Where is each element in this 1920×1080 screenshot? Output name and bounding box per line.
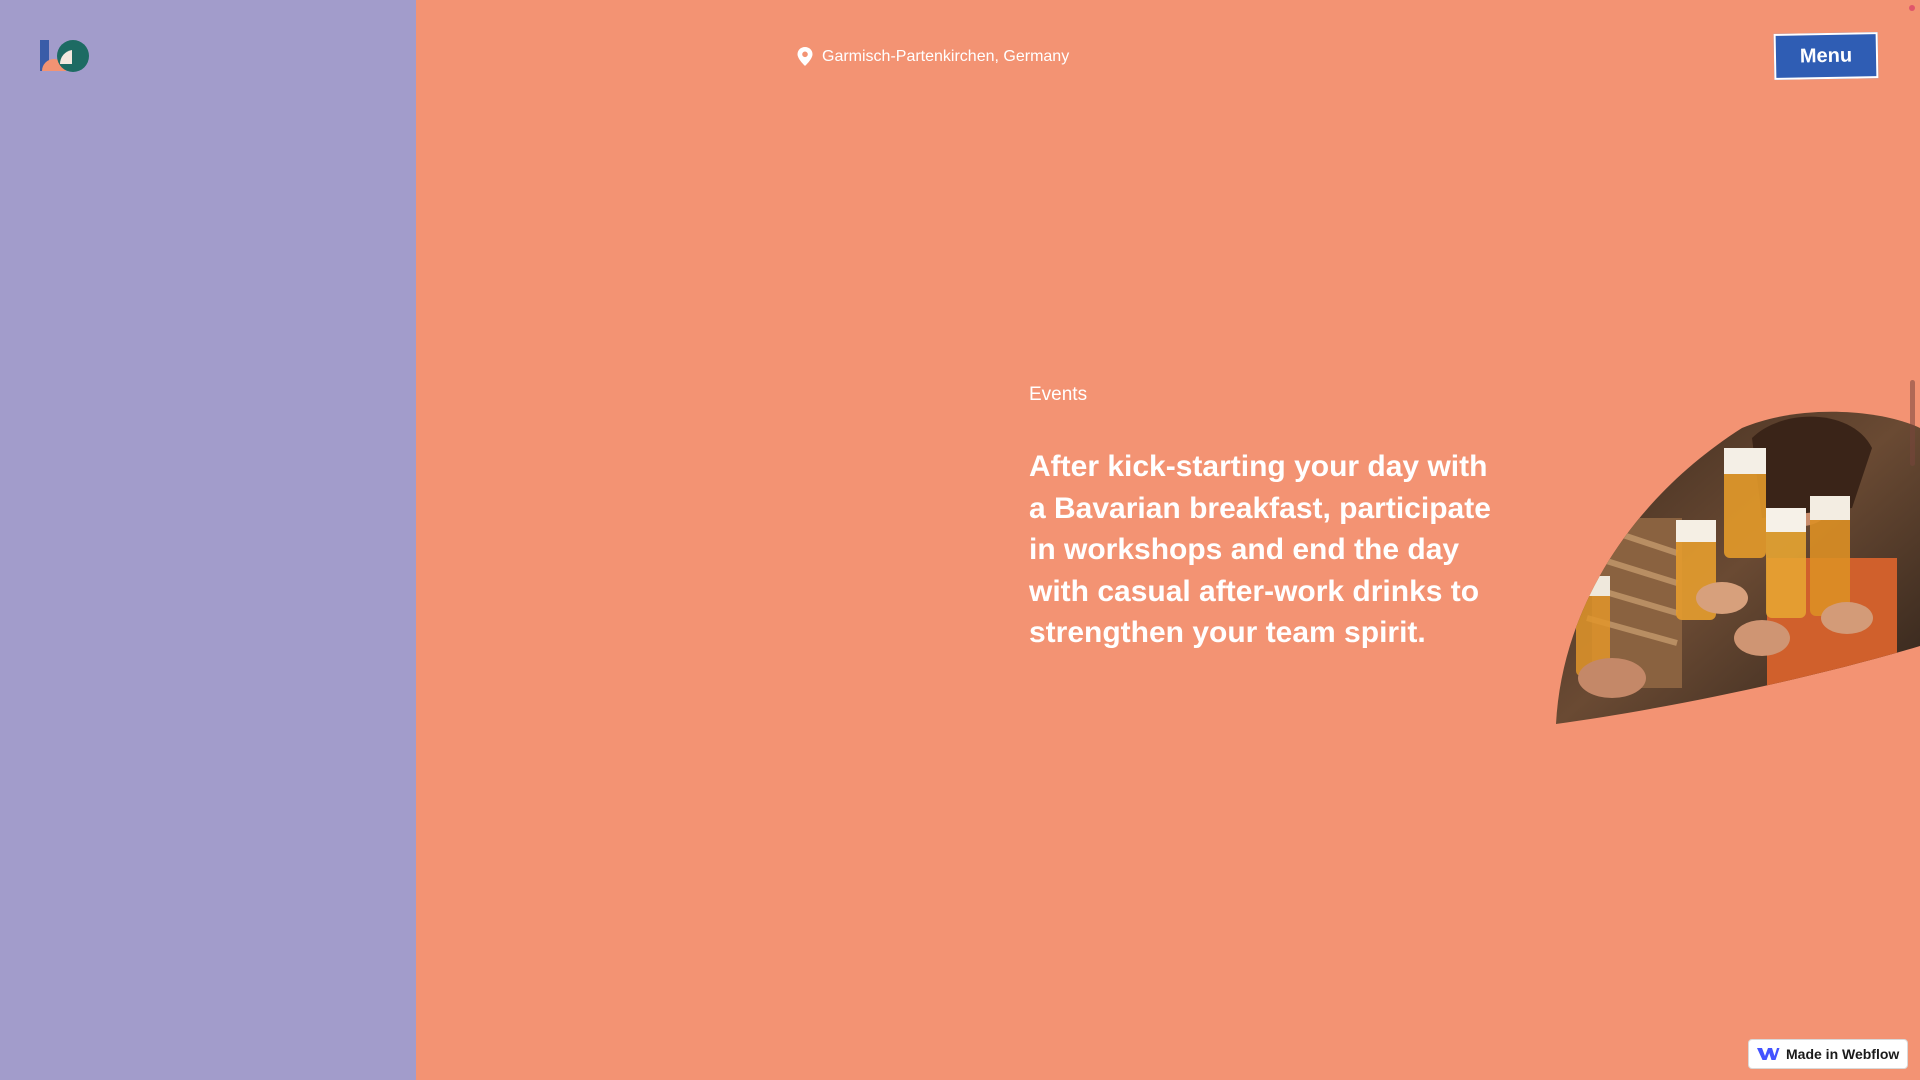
- badge-label: Made in Webflow: [1786, 1046, 1900, 1062]
- section-label: Events: [1029, 384, 1088, 405]
- made-in-webflow-badge[interactable]: Made in Webflow: [1748, 1039, 1908, 1069]
- webflow-logo-icon: [1757, 1048, 1780, 1060]
- left-panel: [0, 0, 416, 1080]
- scrollbar-thumb[interactable]: [1910, 380, 1915, 466]
- page: Garmisch-Partenkirchen, Germany Menu Eve…: [0, 0, 1920, 1080]
- event-photo: [1556, 411, 1920, 725]
- corner-indicator: [1909, 5, 1915, 11]
- location-text: Garmisch-Partenkirchen, Germany: [822, 47, 1070, 65]
- brand-logo-icon[interactable]: [38, 36, 94, 76]
- menu-button[interactable]: Menu: [1773, 32, 1879, 80]
- map-pin-icon: [797, 47, 813, 66]
- location-indicator: Garmisch-Partenkirchen, Germany: [796, 46, 1069, 67]
- headline-text: After kick-starting your day with a Bava…: [1029, 450, 1491, 649]
